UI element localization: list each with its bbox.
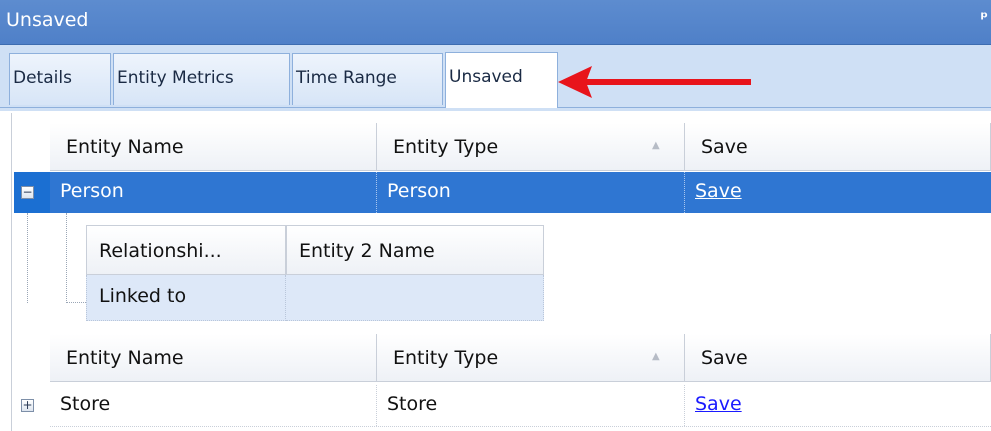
sort-ascending-icon: ▲ bbox=[652, 351, 660, 362]
cell-entity-type[interactable]: Store bbox=[377, 385, 685, 426]
cell-save[interactable]: Save bbox=[685, 172, 991, 213]
panel-titlebar: Unsaved ᵖ bbox=[0, 0, 991, 45]
tree-connector bbox=[27, 213, 29, 303]
pin-icon[interactable]: ᵖ bbox=[980, 8, 988, 27]
tab-entity-metrics[interactable]: Entity Metrics bbox=[113, 53, 290, 105]
detail-column-header-entity-2-name[interactable]: Entity 2 Name bbox=[286, 225, 544, 275]
detail-column-header-relationship[interactable]: Relationshi... bbox=[86, 225, 286, 275]
column-header-entity-type[interactable]: Entity Type bbox=[377, 123, 685, 171]
panel-title: Unsaved bbox=[6, 9, 89, 31]
cell-entity-name[interactable]: Store bbox=[50, 385, 377, 426]
sort-ascending-icon: ▲ bbox=[652, 140, 660, 151]
tab-time-range[interactable]: Time Range bbox=[292, 53, 443, 105]
tree-connector bbox=[66, 302, 86, 304]
cell-entity-type[interactable]: Person bbox=[377, 172, 685, 213]
tab-unsaved[interactable]: Unsaved bbox=[445, 52, 558, 108]
cell-entity-name[interactable]: Person bbox=[50, 172, 377, 213]
column-header-save[interactable]: Save bbox=[685, 123, 991, 171]
collapse-icon[interactable]: − bbox=[21, 186, 34, 199]
column-header-save[interactable]: Save bbox=[685, 334, 991, 382]
save-link[interactable]: Save bbox=[695, 393, 742, 415]
column-header-entity-name[interactable]: Entity Name bbox=[50, 334, 377, 382]
column-header-entity-type[interactable]: Entity Type bbox=[377, 334, 685, 382]
cell-save[interactable]: Save bbox=[685, 385, 991, 426]
expand-icon[interactable]: + bbox=[21, 399, 34, 412]
tab-details[interactable]: Details bbox=[9, 53, 111, 105]
save-link[interactable]: Save bbox=[695, 180, 742, 202]
red-arrow-annotation bbox=[558, 66, 751, 98]
detail-cell-entity-2-name[interactable] bbox=[286, 275, 544, 321]
row-divider bbox=[50, 426, 991, 428]
column-header-entity-name[interactable]: Entity Name bbox=[50, 123, 377, 171]
detail-cell-relationship[interactable]: Linked to bbox=[86, 275, 286, 321]
tree-connector bbox=[66, 213, 68, 303]
